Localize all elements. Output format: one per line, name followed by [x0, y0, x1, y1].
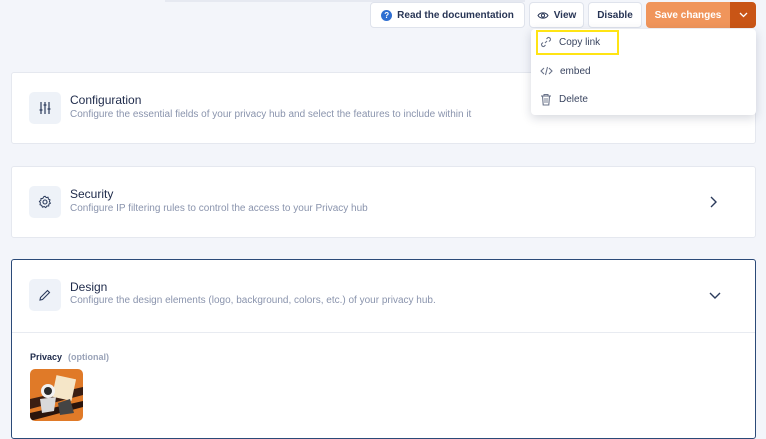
sliders-icon: [29, 92, 61, 124]
read-documentation-label: Read the documentation: [397, 9, 514, 21]
optional-tag: (optional): [68, 352, 110, 362]
embed-label: embed: [560, 65, 591, 77]
chevron-down-icon: [739, 12, 747, 18]
view-label: View: [553, 9, 577, 21]
link-icon: [540, 36, 552, 48]
configuration-title: Configuration: [70, 93, 142, 107]
share-dropdown-menu: Copy link embed Delete: [531, 29, 756, 115]
design-section[interactable]: Design Configure the design elements (lo…: [11, 259, 756, 439]
read-documentation-button[interactable]: ? Read the documentation: [370, 2, 525, 28]
trash-icon: [541, 93, 551, 106]
code-icon: [540, 66, 553, 76]
copy-link-label: Copy link: [559, 36, 601, 48]
chevron-right-icon[interactable]: [706, 195, 720, 209]
design-title: Design: [70, 280, 108, 294]
privacy-image-thumbnail[interactable]: [30, 369, 83, 421]
view-button[interactable]: View: [529, 2, 584, 28]
help-icon: ?: [381, 9, 393, 21]
copy-link-menu-item[interactable]: Copy link: [540, 31, 600, 53]
delete-label: Delete: [559, 93, 588, 105]
chevron-down-icon[interactable]: [708, 288, 722, 302]
eye-icon: [537, 11, 549, 19]
security-section[interactable]: Security Configure IP filtering rules to…: [11, 166, 756, 238]
save-changes-label: Save changes: [654, 9, 722, 21]
pencil-icon: [29, 279, 61, 311]
embed-menu-item[interactable]: embed: [540, 60, 591, 82]
save-changes-button[interactable]: Save changes: [646, 2, 730, 28]
disable-button[interactable]: Disable: [588, 2, 642, 28]
design-description: Configure the design elements (logo, bac…: [70, 295, 436, 306]
security-title: Security: [70, 187, 114, 201]
disable-label: Disable: [597, 9, 633, 21]
gear-icon: [29, 186, 61, 218]
design-divider: [12, 332, 755, 333]
privacy-field-label: Privacy (optional): [30, 352, 109, 362]
configuration-description: Configure the essential fields of your p…: [70, 109, 472, 120]
save-options-toggle[interactable]: [730, 2, 756, 28]
delete-menu-item[interactable]: Delete: [540, 88, 588, 110]
security-description: Configure IP filtering rules to control …: [70, 203, 368, 214]
privacy-label-text: Privacy: [30, 352, 63, 362]
